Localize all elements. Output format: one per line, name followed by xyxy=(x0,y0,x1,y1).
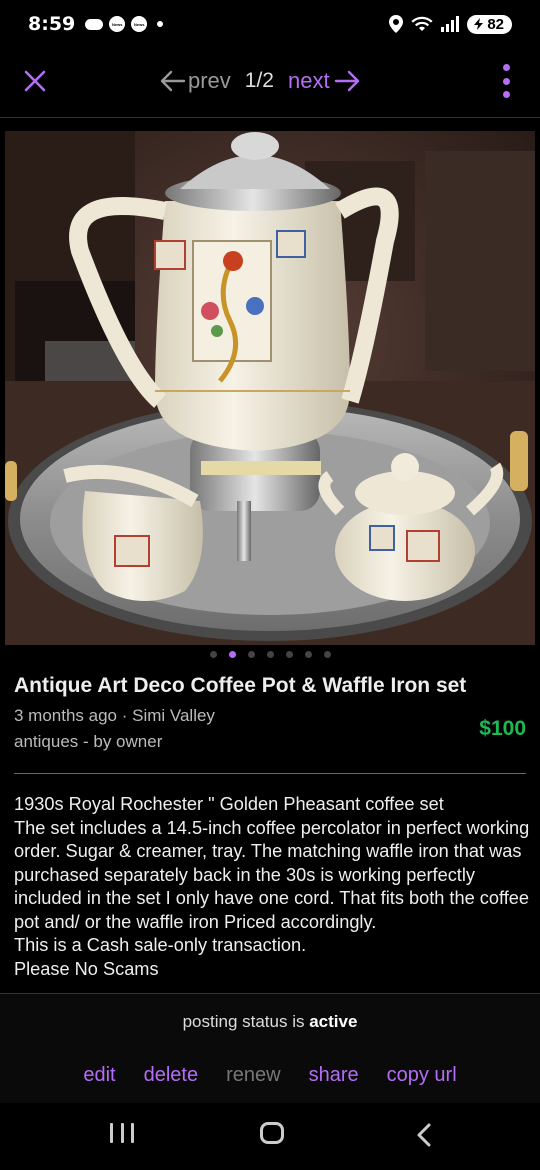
pagination-dot[interactable] xyxy=(247,651,255,658)
divider xyxy=(14,773,526,774)
pagination-dot[interactable] xyxy=(285,651,293,658)
image-counter: 1/2 xyxy=(244,69,274,92)
posting-status: posting status is active xyxy=(0,1012,540,1032)
pagination-dot[interactable] xyxy=(228,651,236,658)
posting-actions: edit delete renew share copy url xyxy=(0,1064,540,1087)
listing-price: $100 xyxy=(479,717,526,740)
close-icon[interactable] xyxy=(20,66,50,96)
pagination-dot[interactable] xyxy=(304,651,312,658)
edit-button[interactable]: edit xyxy=(83,1064,115,1087)
description-line: 1930s Royal Rochester " Golden Pheasant … xyxy=(14,794,444,814)
next-label: next xyxy=(288,68,330,93)
posting-status-prefix: posting status is xyxy=(182,1012,305,1031)
prev-label: prev xyxy=(188,68,231,93)
description-line: Please No Scams xyxy=(14,958,159,979)
share-button[interactable]: share xyxy=(309,1064,359,1087)
cloud-icon xyxy=(85,18,104,30)
delete-button[interactable]: delete xyxy=(144,1064,199,1087)
listing-category: antiques - by owner xyxy=(14,732,163,751)
listing-title: Antique Art Deco Coffee Pot & Waffle Iro… xyxy=(14,674,467,697)
signal-icon xyxy=(441,16,460,32)
prev-button[interactable]: prev xyxy=(160,68,231,94)
bottom-action-panel: posting status is active edit delete ren… xyxy=(0,993,540,1103)
posting-status-value: active xyxy=(309,1012,358,1031)
top-nav-bar: prev 1/2 next xyxy=(0,48,540,118)
image-pagination-dots xyxy=(0,651,540,658)
system-navigation-bar xyxy=(0,1103,540,1170)
listing-description: 1930s Royal Rochester " Golden Pheasant … xyxy=(14,793,530,993)
status-bar: 8:59 News News 82 xyxy=(0,0,540,48)
wifi-icon xyxy=(411,16,433,31)
listing-photo[interactable] xyxy=(5,131,535,645)
description-line: This is a Cash sale-only transaction. xyxy=(14,935,307,955)
next-button[interactable]: next xyxy=(288,68,360,94)
location-icon xyxy=(389,15,404,33)
notification-icons: News News xyxy=(85,16,164,32)
recent-apps-icon[interactable] xyxy=(110,1123,134,1143)
battery-icon: 82 xyxy=(467,14,512,34)
arrow-left-icon xyxy=(160,70,186,92)
coffee-set-image xyxy=(5,131,535,645)
news-icon: News xyxy=(109,16,126,32)
pagination-dot[interactable] xyxy=(209,651,217,658)
description-line: The set includes a 14.5-inch coffee perc… xyxy=(14,817,530,932)
dot-icon xyxy=(157,21,164,27)
arrow-right-icon xyxy=(334,70,359,92)
listing-posted: 3 months ago · Simi Valley xyxy=(14,706,215,725)
status-time: 8:59 xyxy=(28,13,76,35)
renew-button[interactable]: renew xyxy=(226,1064,280,1087)
pagination-dot[interactable] xyxy=(323,651,331,658)
pager: prev 1/2 next xyxy=(160,66,360,96)
more-options-icon[interactable] xyxy=(496,62,516,100)
pagination-dot[interactable] xyxy=(266,651,274,658)
copy-url-button[interactable]: copy url xyxy=(387,1064,457,1087)
system-icons: 82 xyxy=(389,14,512,34)
back-icon[interactable] xyxy=(414,1123,434,1147)
news-icon: News xyxy=(131,16,148,32)
home-icon[interactable] xyxy=(260,1122,284,1144)
